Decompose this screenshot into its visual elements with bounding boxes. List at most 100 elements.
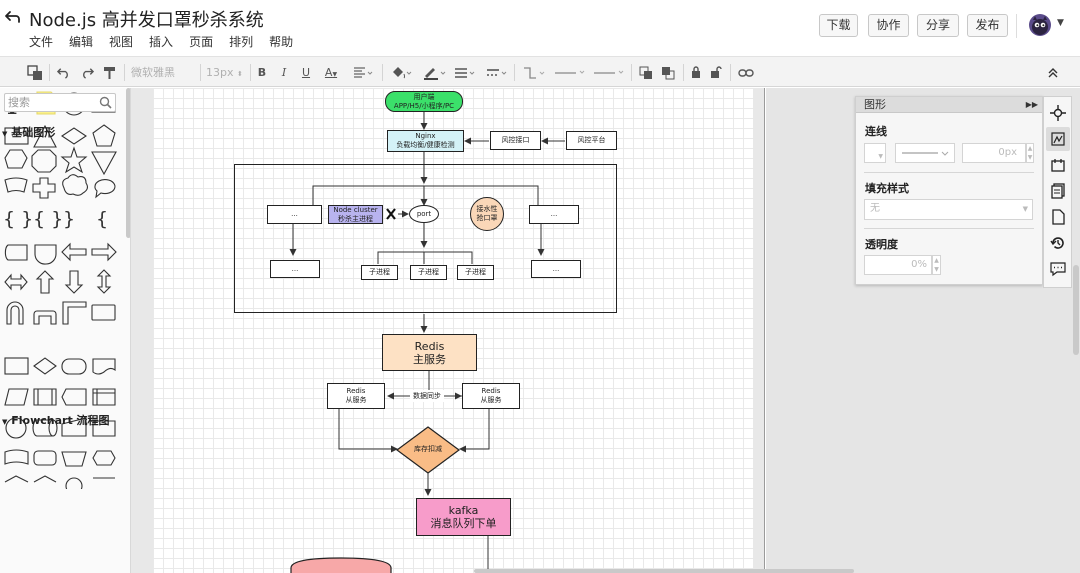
format-panel-title: 图形 <box>864 98 886 111</box>
panel-divider <box>864 172 1034 173</box>
mask-node[interactable]: 接水性 抢口罩 <box>470 197 504 231</box>
nginx-node[interactable]: Nginx 负载均衡/健康检测 <box>387 130 464 152</box>
risk-api-node[interactable]: 风控接口 <box>490 131 541 150</box>
database-shape[interactable] <box>289 556 395 573</box>
port-node[interactable]: port <box>409 205 439 223</box>
lock-icon[interactable] <box>689 57 703 88</box>
node-cluster-master[interactable]: Node cluster 秒杀主进程 <box>328 205 383 224</box>
line-style-select[interactable] <box>895 143 955 163</box>
italic-button[interactable]: I <box>277 57 291 88</box>
child-process-2[interactable]: 子进程 <box>410 265 447 280</box>
shape-library-sidebar: 搜索 ▼ 基础图形 T <box>0 88 131 573</box>
user-avatar-icon[interactable] <box>1029 14 1051 36</box>
line-width-icon[interactable] <box>452 57 478 88</box>
opacity-input[interactable]: 0% <box>864 255 932 275</box>
bring-to-front-icon[interactable] <box>637 57 655 88</box>
redis-slave-right[interactable]: Redis 从服务 <box>462 383 520 409</box>
unlock-icon[interactable] <box>709 57 723 88</box>
section-flowchart[interactable]: ▼ Flowchart 流程图 <box>2 412 110 428</box>
redis-main-node[interactable]: Redis 主服务 <box>382 334 477 371</box>
cluster-container[interactable] <box>234 164 617 313</box>
download-button[interactable]: 下载 <box>819 14 858 37</box>
redis-slave-left[interactable]: Redis 从服务 <box>327 383 385 409</box>
opacity-stepper[interactable]: ▲ ▼ <box>932 255 941 275</box>
diagram-editor-app: Node.js 高并发口罩秒杀系统 文件 编辑 视图 插入 页面 排列 帮助 下… <box>0 0 1080 573</box>
canvas-vertical-scrollbar[interactable] <box>1073 265 1079 355</box>
line-color-swatch[interactable]: ▼ <box>864 143 886 163</box>
section-basic-shapes[interactable]: ▼ 基础图形 <box>2 124 55 140</box>
line-color-icon[interactable] <box>420 57 448 88</box>
brace-shape[interactable]: { } <box>3 208 33 230</box>
panel-divider <box>864 228 1034 229</box>
font-family-value: 微软雅黑 <box>131 66 175 79</box>
canvas-horizontal-scrollbar[interactable] <box>474 569 854 573</box>
line-width-input[interactable]: 0px <box>962 143 1026 163</box>
menu-file[interactable]: 文件 <box>29 33 53 50</box>
history-icon[interactable] <box>1050 235 1066 251</box>
triangle-down-icon: ▼ <box>2 130 8 138</box>
kafka-node[interactable]: kafka 消息队列下单 <box>416 498 511 536</box>
search-icon[interactable] <box>99 96 112 109</box>
collapse-panel-icon[interactable]: ▶▶ <box>1026 97 1038 113</box>
send-to-back-icon[interactable] <box>659 57 677 88</box>
fill-style-select[interactable]: 无 ▼ <box>864 199 1033 220</box>
align-icon[interactable] <box>350 57 376 88</box>
worker-right-child[interactable]: ... <box>531 260 581 278</box>
client-node[interactable]: 用户端 APP/H5/小程序/PC <box>385 91 463 112</box>
section-basic-label: 基础图形 <box>11 126 56 139</box>
worker-left-child[interactable]: ... <box>270 260 320 278</box>
share-button[interactable]: 分享 <box>917 14 959 37</box>
cluster-worker-left[interactable]: ... <box>267 205 322 224</box>
brace-left-shape[interactable]: { <box>96 208 108 230</box>
bracket-shape[interactable]: { } <box>33 208 63 230</box>
collaborate-button[interactable]: 协作 <box>868 14 909 37</box>
data-sync-label: 数据同步 <box>410 390 444 402</box>
document-title[interactable]: Node.js 高并发口罩秒杀系统 <box>29 6 264 32</box>
link-icon[interactable] <box>736 57 756 88</box>
navigate-crosshair-icon[interactable] <box>1050 105 1066 121</box>
format-panel: 图形 ▶▶ 连线 ▼ 0px ▲ ▼ 填充样式 无 ▼ 透明度 0% ▲ ▼ <box>855 96 1043 285</box>
line-width-stepper[interactable]: ▲ ▼ <box>1026 143 1034 163</box>
font-size-input[interactable]: 13px ⬍ <box>206 57 246 88</box>
menu-help[interactable]: 帮助 <box>269 33 293 50</box>
format-painter-icon[interactable] <box>100 57 118 88</box>
redo-icon[interactable] <box>78 57 96 88</box>
format-panel-header[interactable]: 图形 ▶▶ <box>856 97 1042 113</box>
chevron-down-icon[interactable]: ▼ <box>1057 18 1064 28</box>
shape-search-input[interactable]: 搜索 <box>4 93 116 112</box>
calendar-icon[interactable] <box>1050 157 1066 173</box>
menu-view[interactable]: 视图 <box>109 33 133 50</box>
start-arrow-icon[interactable] <box>553 57 587 88</box>
undo-icon[interactable] <box>54 57 72 88</box>
format-shape-icon[interactable] <box>1050 131 1066 147</box>
child-process-1[interactable]: 子进程 <box>361 265 398 280</box>
diagram-page[interactable]: 用户端 APP/H5/小程序/PC Nginx 负载均衡/健康检测 风控接口 风… <box>153 88 753 573</box>
brace-right-shape[interactable]: } <box>63 208 75 230</box>
back-arrow-icon[interactable] <box>4 8 24 28</box>
bold-button[interactable]: B <box>255 57 269 88</box>
right-tool-rail <box>1043 96 1072 288</box>
chevron-down-icon: ▼ <box>1022 205 1028 213</box>
pages-icon[interactable] <box>1050 183 1066 199</box>
fill-color-icon[interactable] <box>388 57 414 88</box>
page-setup-icon[interactable] <box>1050 209 1066 225</box>
collapse-toolbar-icon[interactable] <box>1044 57 1062 88</box>
text-color-button[interactable]: A▼ <box>320 57 342 88</box>
end-arrow-icon[interactable] <box>592 57 626 88</box>
line-style-icon[interactable] <box>484 57 510 88</box>
comment-icon[interactable] <box>1050 261 1066 277</box>
menu-arrange[interactable]: 排列 <box>229 33 253 50</box>
font-family-select[interactable]: 微软雅黑 ▼ <box>131 57 193 109</box>
underline-button[interactable]: U <box>299 57 313 88</box>
header-divider <box>1016 14 1017 38</box>
format-panel-toggle-icon[interactable] <box>24 57 46 88</box>
connector-type-icon[interactable] <box>520 57 548 88</box>
menu-page[interactable]: 页面 <box>189 33 213 50</box>
cluster-worker-right[interactable]: ... <box>529 205 579 224</box>
child-process-3[interactable]: 子进程 <box>457 265 494 280</box>
menu-edit[interactable]: 编辑 <box>69 33 93 50</box>
risk-platform-node[interactable]: 风控平台 <box>566 131 617 150</box>
publish-button[interactable]: 发布 <box>967 14 1008 37</box>
canvas-area[interactable]: 用户端 APP/H5/小程序/PC Nginx 负载均衡/健康检测 风控接口 风… <box>131 88 765 573</box>
menu-insert[interactable]: 插入 <box>149 33 173 50</box>
